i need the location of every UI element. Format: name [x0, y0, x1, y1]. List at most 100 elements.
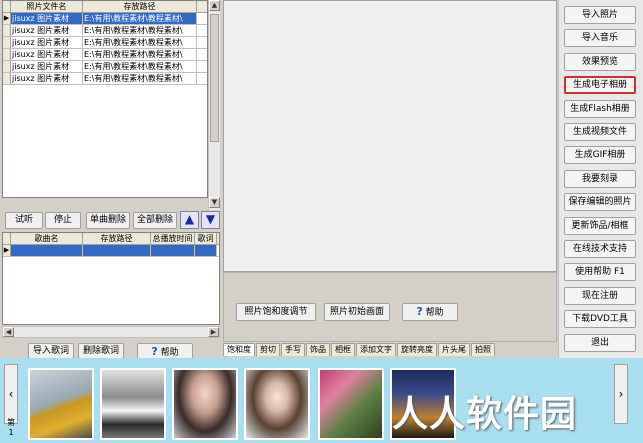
delete-all-songs-button[interactable]: 全部删除 — [133, 212, 177, 229]
photo-init-view-button[interactable]: 照片初始画面 — [324, 303, 390, 321]
photo-path-cell[interactable]: E:\有用\教程素材\教程素材\ — [83, 73, 197, 84]
lyrics-help-button[interactable]: ? 帮助 — [137, 343, 193, 359]
photo-table-header: 照片文件名 存放路径 — [3, 1, 207, 13]
photo-name-cell[interactable]: jisuxz 图片素材 — [11, 49, 83, 60]
scroll-right-icon[interactable]: ▶ — [208, 327, 219, 337]
import-lyrics-button[interactable]: 导入歌词 — [28, 343, 74, 359]
song-duration-column-header[interactable]: 总播放时间 — [151, 233, 195, 244]
scroll-left-icon[interactable]: ◀ — [3, 327, 14, 337]
photo-path-cell[interactable]: E:\有用\教程素材\教程素材\ — [83, 49, 197, 60]
tab-item[interactable]: 饱和度 — [223, 343, 255, 356]
photo-preview-area[interactable] — [223, 0, 557, 272]
generate-video-button[interactable]: 生成视频文件 — [564, 123, 636, 141]
row-marker-header — [3, 1, 11, 12]
row-pointer-icon: ▶ — [3, 13, 11, 24]
thumbnail-portrait-woman[interactable] — [172, 368, 238, 440]
music-marker-header — [3, 233, 11, 244]
song-lyrics-column-header[interactable]: 歌词 — [195, 233, 217, 244]
photo-table-scrollbar[interactable]: ▲ ▼ — [208, 0, 220, 210]
tab-item[interactable]: 拍照 — [471, 343, 495, 356]
stop-button[interactable]: 停止 — [45, 212, 81, 229]
photo-name-cell[interactable]: jisuxz 图片素材 — [11, 37, 83, 48]
row-marker — [3, 61, 11, 72]
delete-lyrics-button[interactable]: 删除歌词 — [78, 343, 124, 359]
photo-row[interactable]: jisuxz 图片素材 E:\有用\教程素材\教程素材\ — [3, 73, 207, 85]
photo-row[interactable]: jisuxz 图片素材 E:\有用\教程素材\教程素材\ — [3, 61, 207, 73]
edit-help-label: 帮助 — [425, 308, 444, 318]
help-question-icon: ? — [151, 345, 158, 358]
music-table-header: 歌曲名 存放路径 总播放时间 歌词 — [3, 233, 219, 245]
import-photos-button[interactable]: 导入照片 — [564, 6, 636, 24]
photo-name-cell[interactable]: jisuxz 图片素材 — [11, 73, 83, 84]
edit-help-button[interactable]: ? 帮助 — [402, 303, 458, 321]
row-marker — [3, 25, 11, 36]
preview-effect-button[interactable]: 效果预览 — [564, 52, 636, 71]
download-dvd-tool-button[interactable]: 下载DVD工具 — [564, 310, 636, 329]
tab-item[interactable]: 手写 — [281, 343, 305, 356]
lyrics-help-label: 帮助 — [160, 348, 179, 358]
row-marker — [3, 49, 11, 60]
photo-row[interactable]: jisuxz 图片素材 E:\有用\教程素材\教程素材\ — [3, 25, 207, 37]
scroll-thumb[interactable] — [210, 14, 219, 142]
photo-path-column-header[interactable]: 存放路径 — [83, 1, 197, 12]
generate-album-button[interactable]: 生成电子相册 — [564, 76, 636, 95]
tab-item[interactable]: 旋转亮度 — [397, 343, 437, 356]
music-row-empty[interactable]: ▶ — [3, 245, 219, 257]
thumbnail-car-yellow[interactable] — [28, 368, 94, 440]
scroll-down-icon[interactable]: ▼ — [209, 197, 220, 208]
strip-next-arrow-icon[interactable]: › — [614, 364, 628, 424]
photo-name-cell[interactable]: jisuxz 图片素材 — [11, 61, 83, 72]
song-name-column-header[interactable]: 歌曲名 — [11, 233, 83, 244]
photo-name-cell[interactable]: jisuxz 图片素材 — [11, 13, 83, 24]
register-button[interactable]: 现在注册 — [564, 286, 636, 305]
photo-path-cell[interactable]: E:\有用\教程素材\教程素材\ — [83, 61, 197, 72]
burn-disc-button[interactable]: 我要刻录 — [564, 169, 636, 188]
delete-song-button[interactable]: 单曲删除 — [86, 212, 130, 229]
generate-gif-button[interactable]: 生成GIF相册 — [564, 146, 636, 165]
photo-path-cell[interactable]: E:\有用\教程素材\教程素材\ — [83, 25, 197, 36]
row-marker — [3, 73, 11, 84]
tab-item[interactable]: 相框 — [331, 343, 355, 356]
tab-item[interactable]: 片头尾 — [438, 343, 470, 356]
exit-button[interactable]: 退出 — [564, 333, 636, 352]
strip-page-label: 第 1 — [7, 418, 15, 437]
thumbnail-flower-field[interactable] — [318, 368, 384, 440]
thumbnail-car-white[interactable] — [100, 368, 166, 440]
photo-name-column-header[interactable]: 照片文件名 — [11, 1, 83, 12]
photo-path-cell[interactable]: E:\有用\教程素材\教程素材\ — [83, 13, 197, 24]
watermark-text: 人人软件园 — [392, 394, 578, 435]
photo-row[interactable]: ▶ jisuxz 图片素材 E:\有用\教程素材\教程素材\ — [3, 13, 207, 25]
photo-path-cell[interactable]: E:\有用\教程素材\教程素材\ — [83, 37, 197, 48]
save-edited-photo-button[interactable]: 保存编辑的照片 — [564, 193, 636, 212]
thumbnail-portrait-girl[interactable] — [244, 368, 310, 440]
row-pointer-icon: ▶ — [3, 245, 11, 256]
photo-list-table[interactable]: 照片文件名 存放路径 ▶ jisuxz 图片素材 E:\有用\教程素材\教程素材\ j… — [2, 0, 208, 198]
strip-prev-arrow-icon[interactable]: ‹ — [4, 364, 18, 424]
photo-row[interactable]: jisuxz 图片素材 E:\有用\教程素材\教程素材\ — [3, 37, 207, 49]
audition-button[interactable]: 试听 — [5, 212, 43, 229]
music-list-table[interactable]: 歌曲名 存放路径 总播放时间 歌词 ▶ — [2, 232, 220, 325]
song-path-column-header[interactable]: 存放路径 — [83, 233, 151, 244]
music-hscrollbar[interactable]: ◀ ▶ — [2, 326, 220, 338]
online-support-button[interactable]: 在线技术支持 — [564, 240, 636, 258]
edit-options-panel: 照片饱和度调节 照片初始画面 ? 帮助 — [223, 272, 557, 342]
scroll-up-icon[interactable]: ▲ — [209, 0, 220, 11]
update-decorations-button[interactable]: 更新饰品/相框 — [564, 216, 636, 235]
photo-name-cell[interactable]: jisuxz 图片素材 — [11, 25, 83, 36]
generate-flash-button[interactable]: 生成Flash相册 — [564, 99, 636, 118]
tab-item[interactable]: 饰品 — [306, 343, 330, 356]
song-path-cell[interactable] — [83, 245, 151, 256]
song-name-cell[interactable] — [11, 245, 83, 256]
import-music-button[interactable]: 导入音乐 — [564, 29, 636, 48]
row-marker — [3, 37, 11, 48]
usage-help-button[interactable]: 使用帮助 F1 — [564, 263, 636, 282]
move-down-arrow-icon[interactable]: ▼ — [201, 211, 220, 229]
tab-item[interactable]: 剪切 — [256, 343, 280, 356]
song-lyrics-cell[interactable] — [195, 245, 217, 256]
help-question-icon: ? — [416, 305, 423, 318]
song-duration-cell[interactable] — [151, 245, 195, 256]
photo-row[interactable]: jisuxz 图片素材 E:\有用\教程素材\教程素材\ — [3, 49, 207, 61]
saturation-adjust-button[interactable]: 照片饱和度调节 — [236, 303, 316, 321]
move-up-arrow-icon[interactable]: ▲ — [180, 211, 199, 229]
tab-item[interactable]: 添加文字 — [356, 343, 396, 356]
